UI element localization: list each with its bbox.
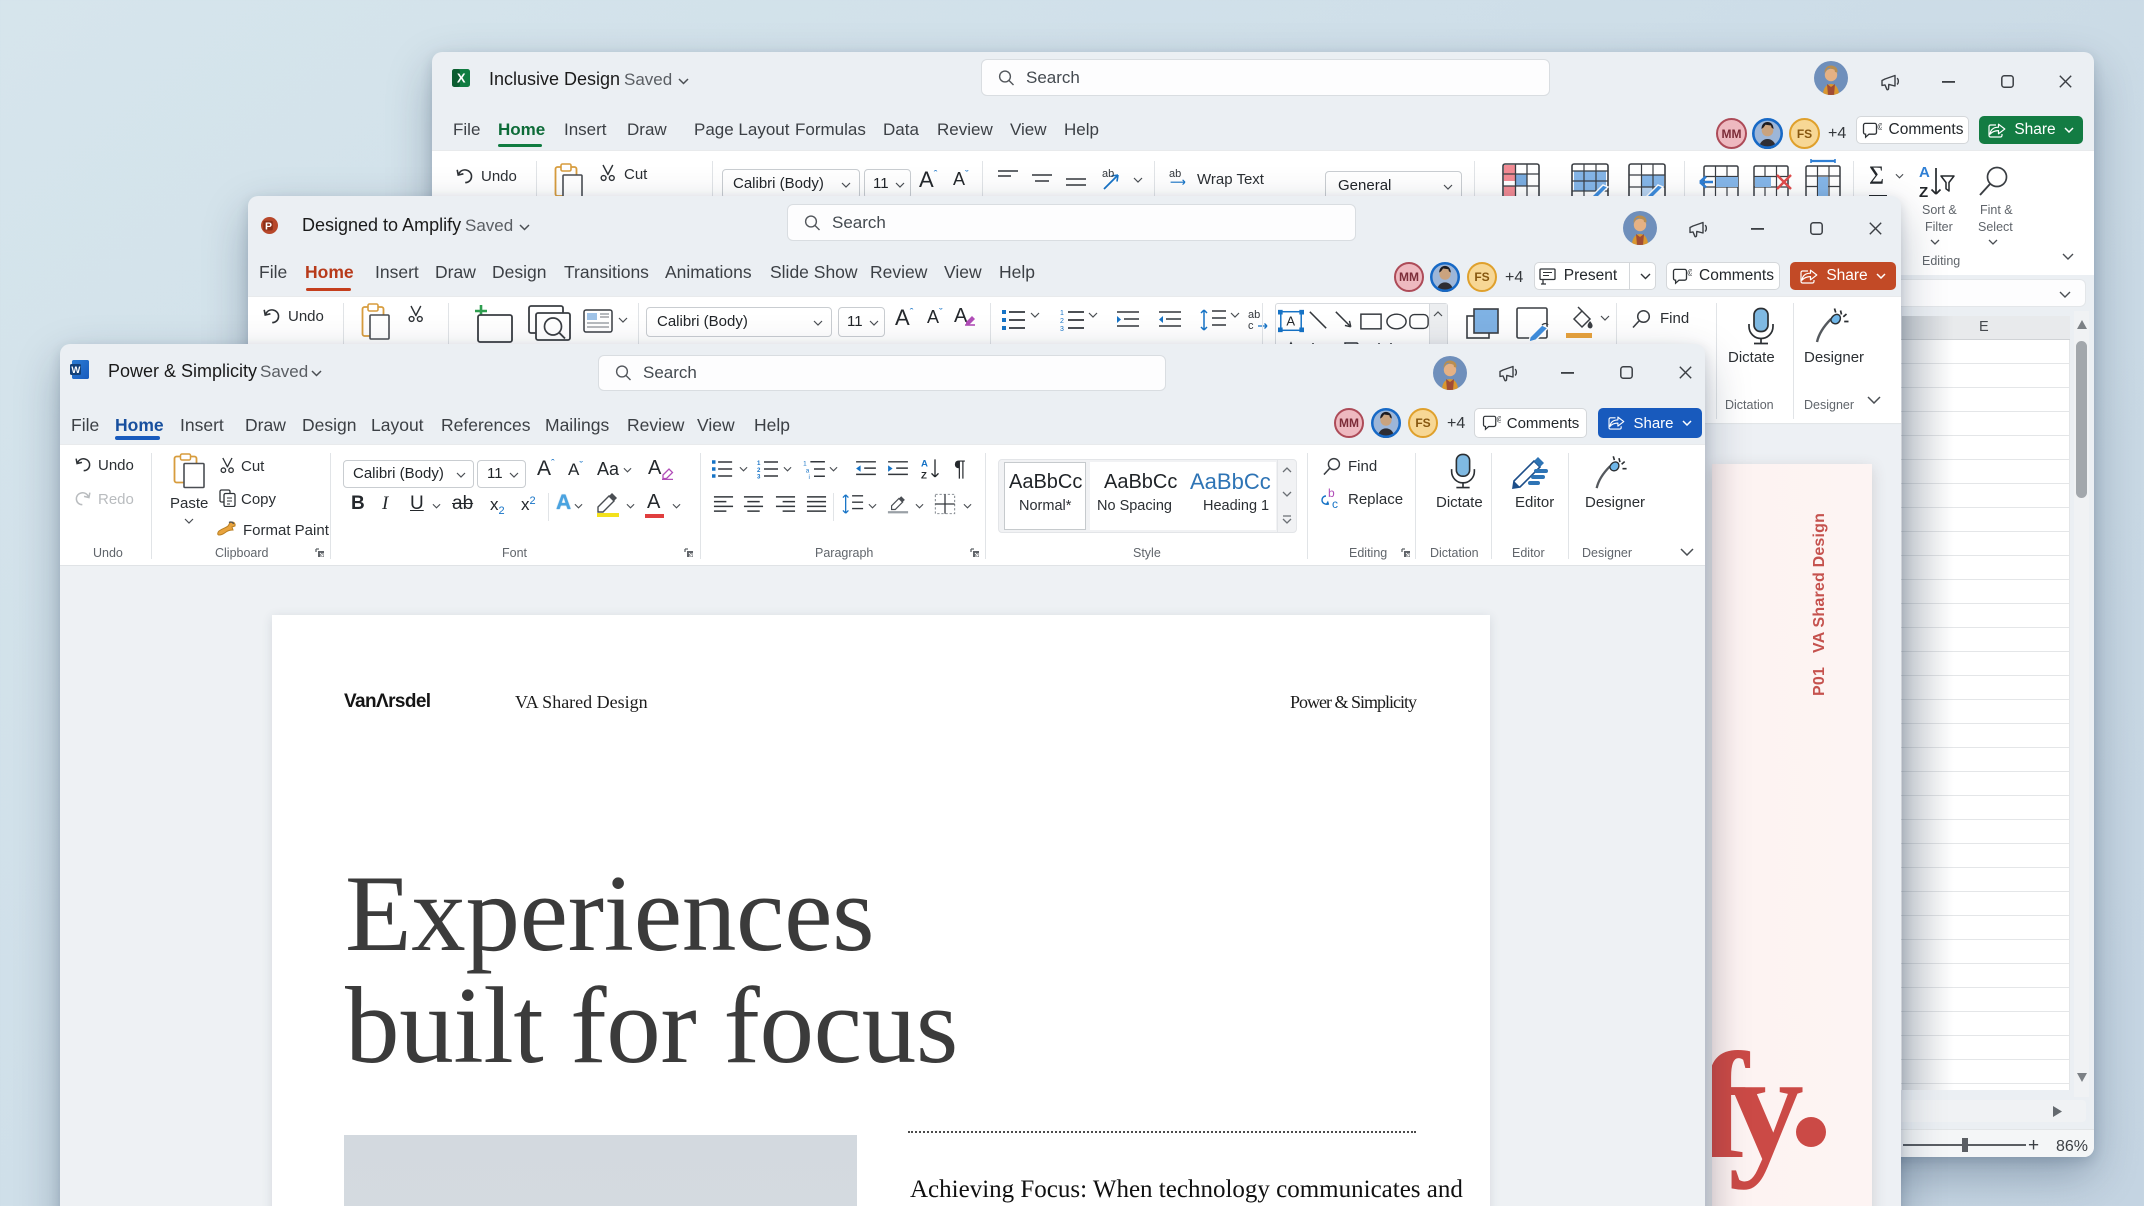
svg-text:@: @: [1496, 415, 1501, 424]
svg-text:1: 1: [1060, 310, 1064, 317]
svg-text:@: @: [1877, 122, 1882, 131]
svg-text:A: A: [1919, 164, 1930, 181]
svg-text:ab: ab: [1169, 168, 1181, 180]
svg-text:c: c: [1248, 320, 1254, 332]
svg-text:c: c: [1332, 497, 1338, 510]
svg-text:i: i: [809, 474, 810, 479]
svg-text:W: W: [71, 365, 80, 376]
svg-text:@: @: [1687, 268, 1692, 277]
svg-text:3: 3: [757, 474, 761, 479]
svg-text:Z: Z: [921, 471, 927, 481]
svg-text:3: 3: [1060, 326, 1064, 331]
svg-text:ab: ab: [1102, 168, 1114, 180]
svg-text:A: A: [1286, 314, 1295, 329]
svg-text:Z: Z: [1919, 184, 1928, 200]
svg-text:1: 1: [757, 460, 761, 467]
svg-text:2: 2: [1060, 318, 1064, 325]
svg-text:A: A: [921, 458, 928, 469]
svg-text:P: P: [265, 221, 272, 233]
svg-text:X: X: [457, 71, 466, 86]
svg-text:1: 1: [803, 460, 807, 467]
